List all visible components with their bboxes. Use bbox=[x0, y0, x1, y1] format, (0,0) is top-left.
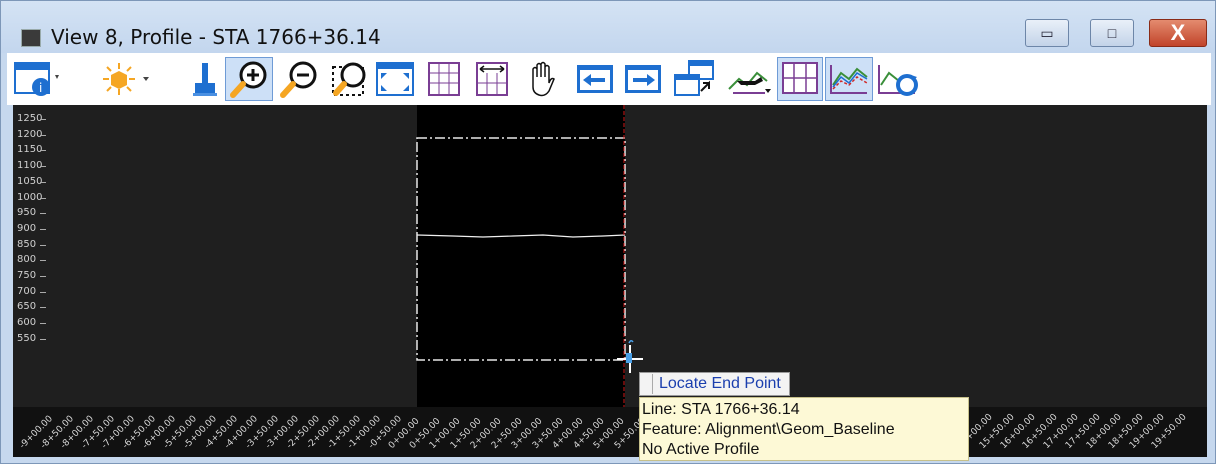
previous-view-button[interactable] bbox=[571, 57, 619, 101]
title-bar[interactable]: View 8, Profile - STA 1766+36.14 ▭ □ X bbox=[1, 1, 1215, 53]
locate-prompt-label: Locate End Point bbox=[659, 375, 781, 392]
view-window-icon bbox=[21, 29, 41, 47]
vertical-exaggeration-button[interactable] bbox=[421, 57, 467, 101]
tooltip-line: Line: STA 1766+36.14 bbox=[642, 401, 800, 418]
view-toolbar: i bbox=[7, 53, 1211, 105]
close-icon: X bbox=[1170, 20, 1186, 45]
close-button[interactable]: X bbox=[1149, 19, 1207, 47]
display-style-button[interactable] bbox=[95, 57, 159, 101]
next-view-button[interactable] bbox=[619, 57, 667, 101]
minimize-icon: ▭ bbox=[1040, 24, 1054, 41]
profile-frame bbox=[416, 105, 643, 407]
minimize-button[interactable]: ▭ bbox=[1025, 19, 1069, 47]
copy-view-icon bbox=[674, 60, 714, 96]
svg-text:i: i bbox=[39, 81, 42, 95]
maximize-button[interactable]: □ bbox=[1090, 19, 1134, 47]
update-view-brush-icon bbox=[193, 63, 217, 96]
previous-view-icon bbox=[577, 65, 613, 93]
pan-button[interactable] bbox=[519, 57, 569, 101]
element-tooltip: Line: STA 1766+36.14 Feature: Alignment\… bbox=[639, 397, 969, 461]
fit-view-button[interactable] bbox=[371, 57, 419, 101]
refresh-profile-icon bbox=[878, 65, 918, 96]
view-attributes-button[interactable]: i bbox=[9, 57, 65, 101]
zoom-in-icon bbox=[230, 61, 267, 98]
display-style-icon bbox=[103, 63, 149, 95]
x-axis: -9+00.00 -8+50.00 -8+00.00 -7+50.00 -7+00.00… bbox=[13, 407, 1207, 457]
prompt-indicator bbox=[640, 374, 653, 394]
profile-display-button[interactable] bbox=[825, 57, 873, 101]
tooltip-feature: Feature: Alignment\Geom_Baseline bbox=[642, 421, 895, 438]
grid-toggle-button[interactable] bbox=[777, 57, 823, 101]
profile-viewport[interactable]: 1250 1200 1150 1100 1050 1000 950 900 850 800 750 7… bbox=[13, 105, 1207, 457]
refresh-profile-button[interactable] bbox=[873, 57, 923, 101]
horizontal-scale-button[interactable] bbox=[469, 57, 515, 101]
profile-flyover-icon bbox=[728, 71, 771, 94]
zoom-out-button[interactable] bbox=[275, 57, 323, 101]
horizontal-scale-icon bbox=[476, 62, 508, 96]
window-area-icon bbox=[332, 62, 366, 96]
ground-profile-line bbox=[416, 234, 626, 238]
locate-prompt: Locate End Point bbox=[639, 372, 790, 396]
maximize-icon: □ bbox=[1107, 25, 1117, 41]
profile-view-window: View 8, Profile - STA 1766+36.14 ▭ □ X i bbox=[0, 0, 1216, 464]
vertical-exaggeration-icon bbox=[428, 62, 460, 96]
fit-view-icon bbox=[376, 62, 414, 96]
zoom-out-icon bbox=[280, 61, 317, 98]
window-title: View 8, Profile - STA 1766+36.14 bbox=[51, 25, 381, 49]
cursor-crosshair-icon bbox=[617, 339, 643, 373]
window-area-button[interactable] bbox=[323, 57, 371, 101]
zoom-in-button[interactable] bbox=[225, 57, 273, 101]
update-view-button[interactable] bbox=[185, 57, 225, 101]
view-attributes-icon: i bbox=[14, 62, 59, 96]
profile-flyover-button[interactable] bbox=[723, 57, 775, 101]
tooltip-profile-status: No Active Profile bbox=[642, 441, 760, 458]
profile-display-icon bbox=[830, 65, 868, 94]
pan-hand-icon bbox=[532, 61, 555, 97]
profile-boundary bbox=[416, 137, 626, 361]
copy-view-button[interactable] bbox=[669, 57, 719, 101]
next-view-icon bbox=[625, 65, 661, 93]
grid-toggle-icon bbox=[782, 62, 818, 94]
